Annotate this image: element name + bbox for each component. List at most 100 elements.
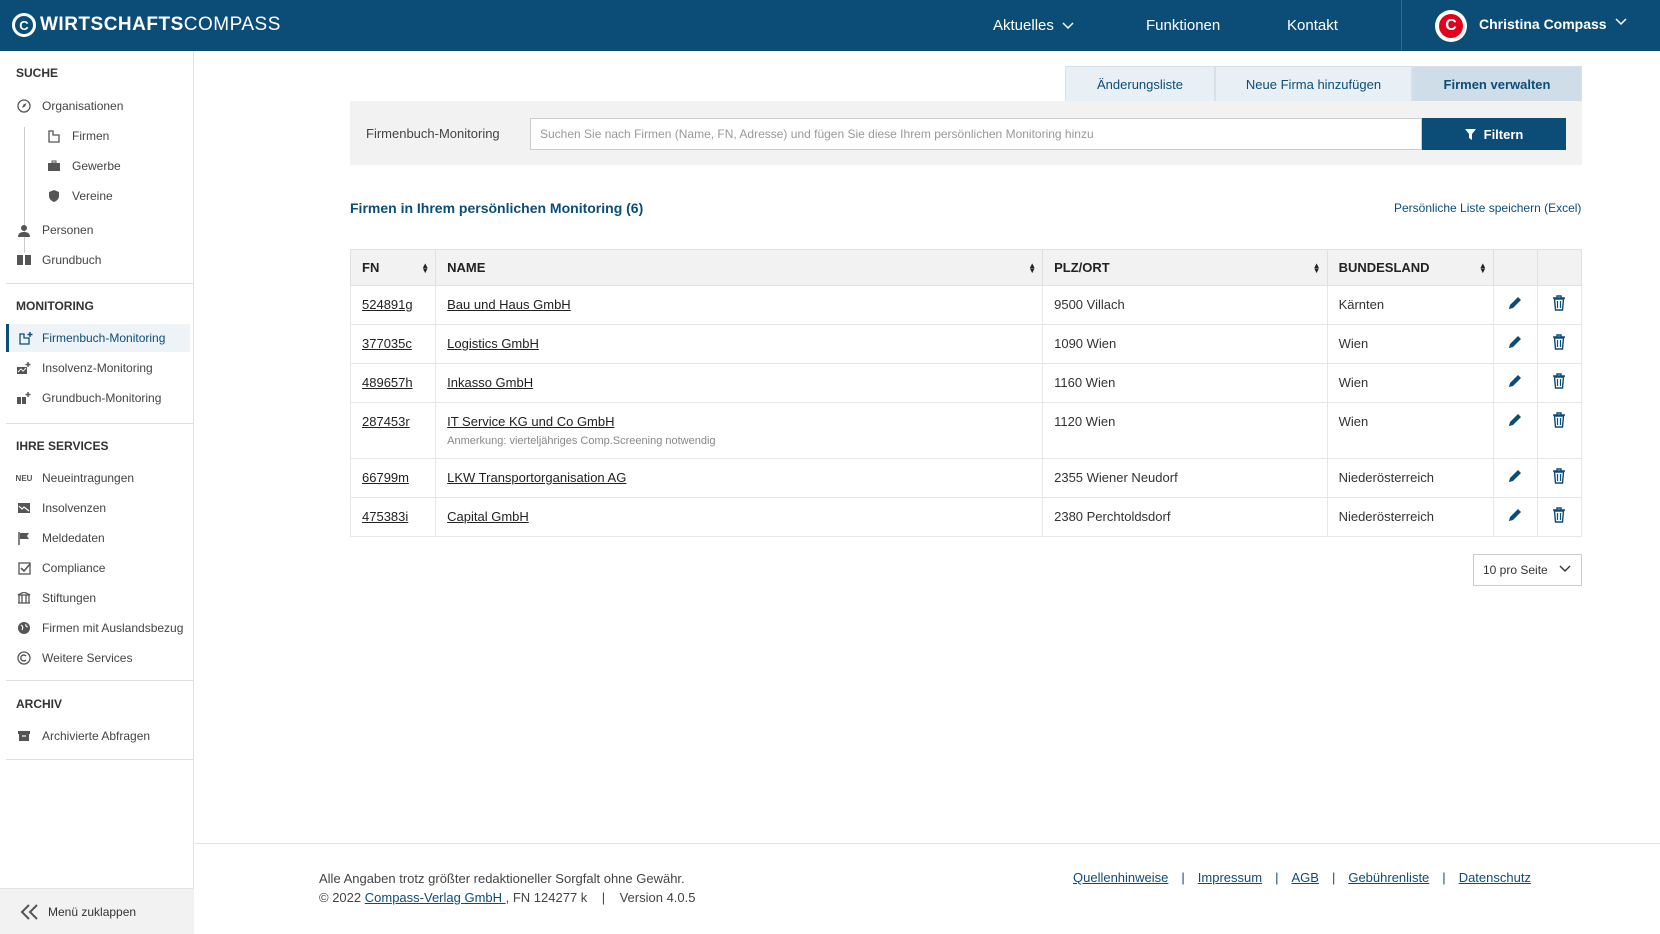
trash-icon[interactable]	[1552, 373, 1566, 392]
footer-link-separator: |	[1181, 870, 1185, 885]
pencil-icon[interactable]	[1507, 509, 1523, 526]
sidebar-divider	[6, 680, 193, 681]
fn-link[interactable]: 524891g	[362, 297, 413, 312]
company-name-link[interactable]: IT Service KG und Co GmbH	[447, 414, 614, 429]
company-name-link[interactable]: Bau und Haus GmbH	[447, 297, 571, 312]
fn-link[interactable]: 287453r	[362, 414, 410, 429]
wirtschaftscompass-logo[interactable]: C WIRTSCHAFTS COMPASS	[12, 13, 281, 37]
cell-name: Logistics GmbH	[435, 324, 1044, 364]
cell-delete	[1536, 497, 1583, 537]
cell-fn: 377035c	[349, 324, 437, 364]
pencil-icon[interactable]	[1507, 375, 1523, 392]
column-header-name[interactable]: NAME ▲ ▼	[435, 249, 1044, 286]
column-header-edit	[1492, 249, 1538, 286]
cell-name: IT Service KG und Co GmbH Anmerkung: vier…	[435, 402, 1044, 459]
table-row: 377035c Logistics GmbH 1090 Wien Wien	[349, 324, 1583, 364]
sidebar-item-vereine[interactable]: Vereine	[36, 182, 190, 210]
cell-edit	[1492, 324, 1538, 364]
footer-link-impressum[interactable]: Impressum	[1198, 870, 1262, 885]
footer-link-separator: |	[1442, 870, 1446, 885]
sidebar-item-insolvenzen[interactable]: Insolvenzen	[6, 494, 190, 522]
nav-kontakt-label: Kontakt	[1287, 17, 1338, 34]
section-monitoring: MONITORING	[16, 299, 94, 313]
pencil-icon[interactable]	[1507, 414, 1523, 431]
footer-link-datenschutz[interactable]: Datenschutz	[1459, 870, 1531, 885]
column-header-plz[interactable]: PLZ/ORT ▲ ▼	[1042, 249, 1328, 286]
columns-icon	[6, 592, 42, 604]
nav-aktuelles-label: Aktuelles	[993, 17, 1054, 34]
pencil-icon[interactable]	[1507, 336, 1523, 353]
cell-delete	[1536, 458, 1583, 498]
nav-kontakt[interactable]: Kontakt	[1287, 17, 1338, 34]
sidebar-item-meldedaten[interactable]: Meldedaten	[6, 524, 190, 552]
user-name[interactable]: Christina Compass	[1479, 16, 1607, 32]
flag-icon	[6, 531, 42, 545]
shield-icon	[36, 189, 72, 203]
briefcase-icon	[36, 160, 72, 172]
trash-icon[interactable]	[1552, 295, 1566, 314]
footer-link-quellenhinweise[interactable]: Quellenhinweise	[1073, 870, 1168, 885]
trash-icon[interactable]	[1552, 334, 1566, 353]
filter-button[interactable]: Filtern	[1422, 118, 1566, 150]
sidebar-item-gewerbe[interactable]: Gewerbe	[36, 152, 190, 180]
pencil-icon[interactable]	[1507, 470, 1523, 487]
compass-logo-icon: C	[12, 13, 36, 37]
nav-aktuelles[interactable]: Aktuelles	[993, 17, 1074, 34]
sidebar-item-grundbuch[interactable]: Grundbuch	[6, 246, 190, 274]
trash-icon[interactable]	[1552, 507, 1566, 526]
cell-delete	[1536, 363, 1583, 403]
chevron-down-icon[interactable]	[1615, 18, 1627, 26]
fn-link[interactable]: 475383i	[362, 509, 408, 524]
search-label: Firmenbuch-Monitoring	[366, 126, 500, 141]
search-input[interactable]	[530, 118, 1422, 150]
chart-down-icon	[6, 502, 42, 514]
sidebar-item-weitere[interactable]: Weitere Services	[6, 644, 190, 672]
cell-bundesland: Niederösterreich	[1326, 497, 1494, 537]
fn-link[interactable]: 66799m	[362, 470, 409, 485]
footer-link-gebuehrenliste[interactable]: Gebührenliste	[1348, 870, 1429, 885]
column-header-fn[interactable]: FN ▲ ▼	[349, 249, 437, 286]
fn-link[interactable]: 489657h	[362, 375, 413, 390]
company-name-link[interactable]: Inkasso GmbH	[447, 375, 533, 390]
sidebar-item-compliance[interactable]: Compliance	[6, 554, 190, 582]
nav-funktionen[interactable]: Funktionen	[1146, 17, 1220, 34]
sidebar-item-firmen[interactable]: Firmen	[36, 122, 190, 150]
sidebar-label: Compliance	[42, 561, 106, 575]
pencil-icon[interactable]	[1507, 297, 1523, 314]
publisher-link[interactable]: Compass-Verlag GmbH	[365, 890, 506, 905]
column-header-bundesland[interactable]: BUNDESLAND ▲ ▼	[1326, 249, 1494, 286]
sidebar-item-auslandsbezug[interactable]: Firmen mit Auslandsbezug	[6, 614, 190, 642]
cell-fn: 489657h	[349, 363, 437, 403]
fn-link[interactable]: 377035c	[362, 336, 412, 351]
tab-firmen-verwalten[interactable]: Firmen verwalten	[1412, 66, 1582, 101]
company-name-link[interactable]: Capital GmbH	[447, 509, 529, 524]
user-avatar[interactable]: C	[1435, 10, 1467, 42]
trash-icon[interactable]	[1552, 412, 1566, 431]
excel-export-link[interactable]: Persönliche Liste speichern (Excel)	[1394, 201, 1581, 215]
cell-plz-ort: 2355 Wiener Neudorf	[1042, 458, 1328, 498]
trash-icon[interactable]	[1552, 468, 1566, 487]
publisher-fn: , FN 124277 k	[505, 890, 588, 905]
sidebar-item-insolvenz-monitoring[interactable]: Insolvenz-Monitoring	[6, 354, 190, 382]
chevron-down-icon	[1559, 565, 1571, 572]
sidebar-item-grundbuch-monitoring[interactable]: Grundbuch-Monitoring	[6, 384, 190, 412]
cell-plz-ort: 1160 Wien	[1042, 363, 1328, 403]
collapse-menu-button[interactable]: Menü zuklappen	[0, 888, 194, 934]
cell-edit	[1492, 497, 1538, 537]
tab-aenderungsliste[interactable]: Änderungsliste	[1065, 66, 1215, 101]
sidebar-item-neueintragungen[interactable]: NEU Neueintragungen	[6, 464, 190, 492]
sidebar-item-firmenbuch-monitoring[interactable]: Firmenbuch-Monitoring	[6, 324, 190, 352]
company-name-link[interactable]: LKW Transportorganisation AG	[447, 470, 626, 485]
version-separator: |	[601, 890, 606, 905]
cell-plz-ort: 1120 Wien	[1042, 402, 1328, 459]
per-page-select[interactable]: 10 pro Seite	[1473, 554, 1582, 586]
sidebar-item-organisationen[interactable]: Organisationen	[6, 92, 190, 120]
building-icon	[36, 129, 72, 143]
footer-link-agb[interactable]: AGB	[1291, 870, 1318, 885]
monitor-add-icon	[9, 331, 42, 345]
sidebar-item-archivierte-abfragen[interactable]: Archivierte Abfragen	[6, 722, 190, 750]
company-name-link[interactable]: Logistics GmbH	[447, 336, 539, 351]
tab-neue-firma[interactable]: Neue Firma hinzufügen	[1215, 66, 1412, 101]
sidebar-item-personen[interactable]: Personen	[6, 216, 190, 244]
sidebar-item-stiftungen[interactable]: Stiftungen	[6, 584, 190, 612]
